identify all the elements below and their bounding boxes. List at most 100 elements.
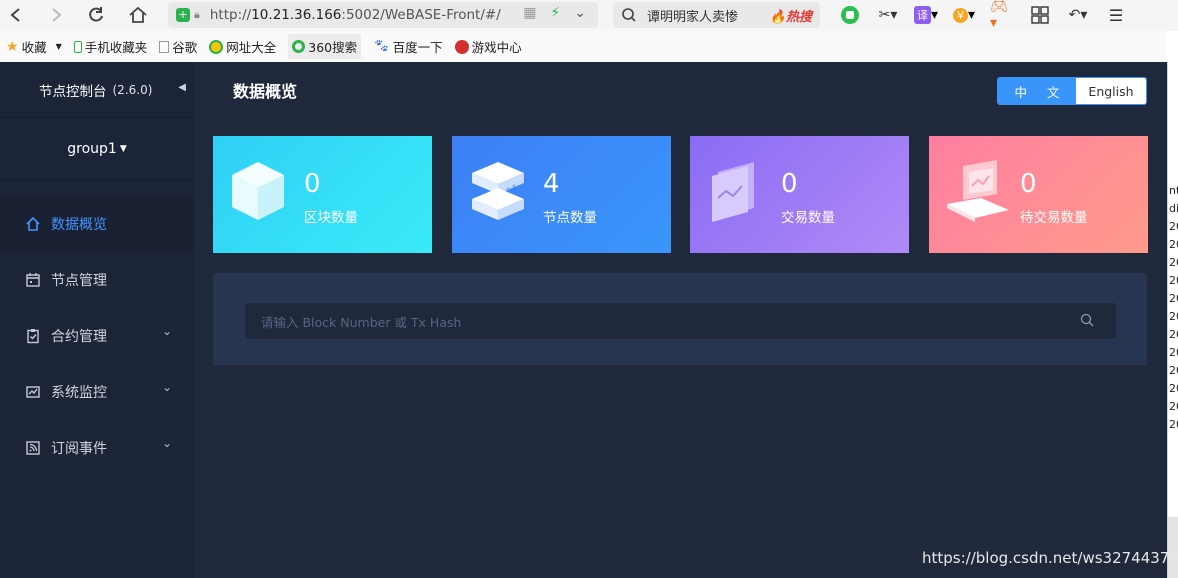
caret-down-icon: ▼	[119, 143, 127, 154]
home-icon	[25, 216, 41, 232]
lang-en-button[interactable]: English	[1076, 78, 1146, 104]
strip-line: 20	[1169, 238, 1178, 251]
strip-line: 20	[1169, 346, 1178, 359]
bookmark-games[interactable]: 游戏中心	[454, 37, 522, 56]
sidebar-item-contracts[interactable]: 合约管理 ⌄	[0, 308, 194, 364]
sidebar-item-overview[interactable]: 数据概览	[0, 196, 194, 252]
search-placeholder: 请输入 Block Number 或 Tx Hash	[261, 314, 462, 330]
lock-off-icon: 🔒︎	[194, 8, 200, 21]
search-text: 谭明明家人卖惨	[647, 9, 739, 25]
stat-card-nodes: 4 节点数量	[452, 136, 671, 253]
stat-card-transactions: 0 交易数量	[690, 136, 909, 253]
lightning-icon[interactable]: ⚡	[550, 5, 560, 21]
block-tx-search-input[interactable]: 请输入 Block Number 或 Tx Hash	[245, 303, 1116, 339]
strip-line: 20	[1169, 220, 1178, 233]
page-title: 数据概览	[233, 82, 298, 101]
stat-card-blocks: 0 区块数量	[213, 136, 432, 253]
search360-icon	[292, 40, 306, 53]
hot-search-badge[interactable]: 🔥热搜	[770, 6, 812, 25]
transaction-count-label: 交易数量	[781, 210, 835, 226]
monitor-icon	[25, 384, 41, 400]
qr-icon[interactable]: ▦	[523, 5, 536, 21]
calendar-icon	[25, 272, 41, 288]
strip-line: 20	[1169, 418, 1178, 431]
page-icon	[159, 40, 170, 53]
block-count-label: 区块数量	[304, 210, 358, 226]
cube-icon	[232, 162, 284, 220]
strip-line: 20	[1169, 382, 1178, 395]
forward-icon[interactable]	[42, 1, 70, 29]
bookmark-baidu[interactable]: 🐾︎ 百度一下	[373, 37, 443, 56]
bookmarks-bar: ★ 收藏 ▼ 手机收藏夹 谷歌 网址大全 360搜索 🐾︎ 百度一下 游戏中心	[0, 31, 1167, 62]
translate-icon[interactable]: 译 ▾	[913, 3, 938, 27]
phone-icon	[73, 40, 82, 53]
sidebar-menu: 数据概览 节点管理 合约管理 ⌄ 系统监控 ⌄ 订阅事件 ⌄	[0, 196, 194, 476]
background-window-strip: nt dif 20 20 20 20 20 20 20 20 20 20 20 20	[1167, 62, 1178, 578]
transaction-count: 0	[781, 169, 798, 199]
back-icon[interactable]	[2, 1, 30, 29]
strip-line: 20	[1169, 328, 1178, 341]
chevron-down-icon[interactable]: ⌄	[574, 5, 586, 21]
strip-text: nt dif 20 20 20 20 20 20 20 20 20 20 20 20	[1169, 182, 1178, 434]
strip-line: nt	[1169, 184, 1178, 197]
server-icon	[472, 162, 524, 220]
sidebar-header: 节点控制台 (2.6.0) ◀	[0, 62, 194, 118]
search-icon[interactable]	[1080, 313, 1094, 327]
sidebar: 节点控制台 (2.6.0) ◀ group1 ▼ 数据概览 节点管理 合约管理 …	[0, 62, 194, 578]
laptop-icon	[947, 160, 1009, 222]
lang-zh-button[interactable]: 中 文	[998, 78, 1076, 104]
stat-card-pending: 0 待交易数量	[929, 136, 1148, 253]
secure-plus-icon: +	[176, 8, 190, 22]
watermark: https://blog.csdn.net/ws327443752	[922, 549, 1178, 567]
scrollbar[interactable]	[1168, 517, 1178, 578]
app-version: (2.6.0)	[112, 82, 153, 97]
star-icon: ★	[6, 38, 19, 55]
game-icon	[454, 39, 469, 54]
chart-card-icon	[712, 162, 754, 222]
bookmark-360[interactable]: 360搜索	[288, 34, 362, 59]
strip-line: 20	[1169, 400, 1178, 413]
clipboard-icon	[25, 328, 41, 344]
search-icon	[622, 8, 636, 22]
node-count-label: 节点数量	[543, 210, 597, 226]
undo-icon[interactable]: ↶▾	[1066, 3, 1090, 27]
globe-icon	[209, 39, 224, 54]
reload-icon[interactable]	[82, 1, 110, 29]
rss-icon	[25, 440, 41, 456]
chevron-down-icon: ⌄	[161, 324, 172, 338]
pending-count-label: 待交易数量	[1020, 210, 1088, 226]
browser-toolbar: + 🔒︎ http://10.21.36.166:5002/WeBASE-Fro…	[0, 0, 1178, 31]
chevron-down-icon: ⌄	[161, 380, 172, 394]
strip-line: 20	[1169, 310, 1178, 323]
bookmark-google[interactable]: 谷歌	[159, 37, 197, 56]
browser-search-box[interactable]: 谭明明家人卖惨 🔥热搜	[613, 2, 820, 28]
url-text: http://10.21.36.166:5002/WeBASE-Front/#/	[209, 7, 501, 23]
block-count: 0	[304, 169, 321, 199]
node-count: 4	[543, 169, 560, 199]
search-panel: 请输入 Block Number 或 Tx Hash	[213, 273, 1147, 365]
wechat-icon[interactable]	[838, 3, 862, 27]
home-browser-icon[interactable]	[124, 1, 152, 29]
sidebar-item-events[interactable]: 订阅事件 ⌄	[0, 420, 194, 476]
pending-count: 0	[1020, 169, 1037, 199]
chevron-down-icon: ⌄	[161, 436, 172, 450]
collapse-icon[interactable]: ◀	[178, 82, 186, 93]
group-label: group1	[67, 140, 117, 157]
scissors-icon[interactable]: ✂▾	[876, 3, 900, 27]
menu-icon[interactable]: ☰	[1104, 3, 1128, 27]
bookmark-nav[interactable]: 网址大全	[209, 37, 276, 56]
strip-line: 20	[1169, 364, 1178, 377]
grid-icon[interactable]	[1028, 3, 1052, 27]
bookmark-favorites[interactable]: ★ 收藏 ▼	[6, 37, 62, 56]
bookmark-mobile[interactable]: 手机收藏夹	[73, 37, 147, 56]
group-selector[interactable]: group1 ▼	[0, 118, 194, 180]
coin-icon[interactable]: ¥ ▾	[952, 3, 976, 27]
sidebar-item-monitor[interactable]: 系统监控 ⌄	[0, 364, 194, 420]
strip-line: dif	[1169, 202, 1178, 215]
app-title: 节点控制台	[39, 83, 107, 100]
sidebar-item-nodes[interactable]: 节点管理	[0, 252, 194, 308]
gamepad-icon[interactable]: 🎮︎▾	[990, 0, 1014, 31]
chevron-down-icon: ▼	[55, 42, 62, 51]
baidu-icon: 🐾︎	[373, 39, 390, 54]
address-bar[interactable]: + 🔒︎ http://10.21.36.166:5002/WeBASE-Fro…	[168, 2, 598, 28]
